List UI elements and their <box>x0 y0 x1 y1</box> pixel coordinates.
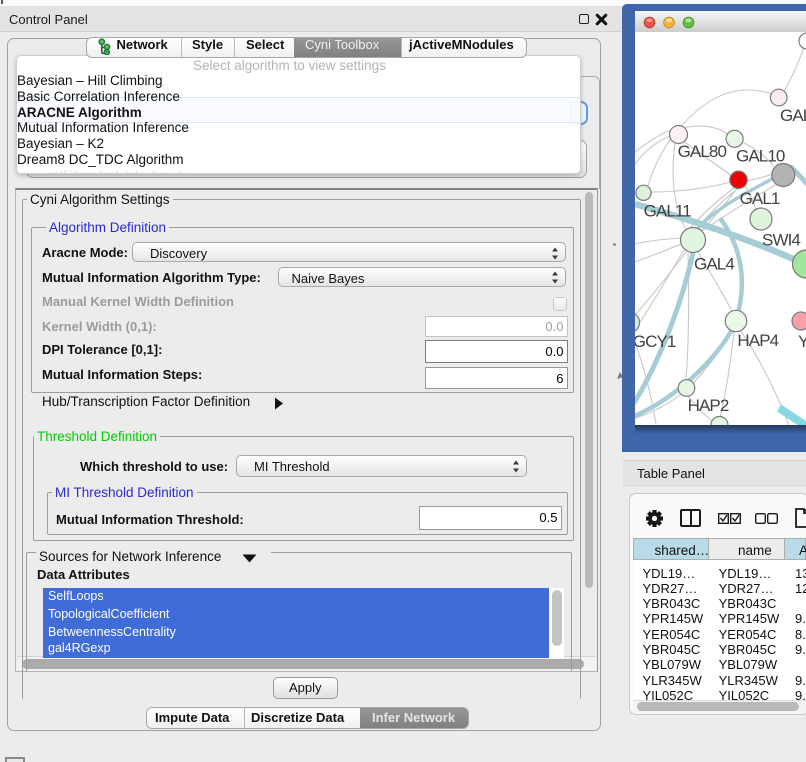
svg-text:GCY1: GCY1 <box>635 332 676 351</box>
svg-text:GAL80: GAL80 <box>678 142 727 161</box>
svg-text:HAP4: HAP4 <box>737 331 778 350</box>
svg-text:GAL11: GAL11 <box>644 201 692 220</box>
svg-text:GAL7: GAL7 <box>780 106 806 125</box>
svg-text:GAL4: GAL4 <box>694 255 734 274</box>
svg-text:GAL10: GAL10 <box>736 147 785 166</box>
svg-text:GAL1: GAL1 <box>740 189 780 208</box>
svg-text:SWI4: SWI4 <box>762 231 800 250</box>
svg-text:Y: Y <box>798 332 806 351</box>
svg-text:HAP2: HAP2 <box>688 396 729 415</box>
